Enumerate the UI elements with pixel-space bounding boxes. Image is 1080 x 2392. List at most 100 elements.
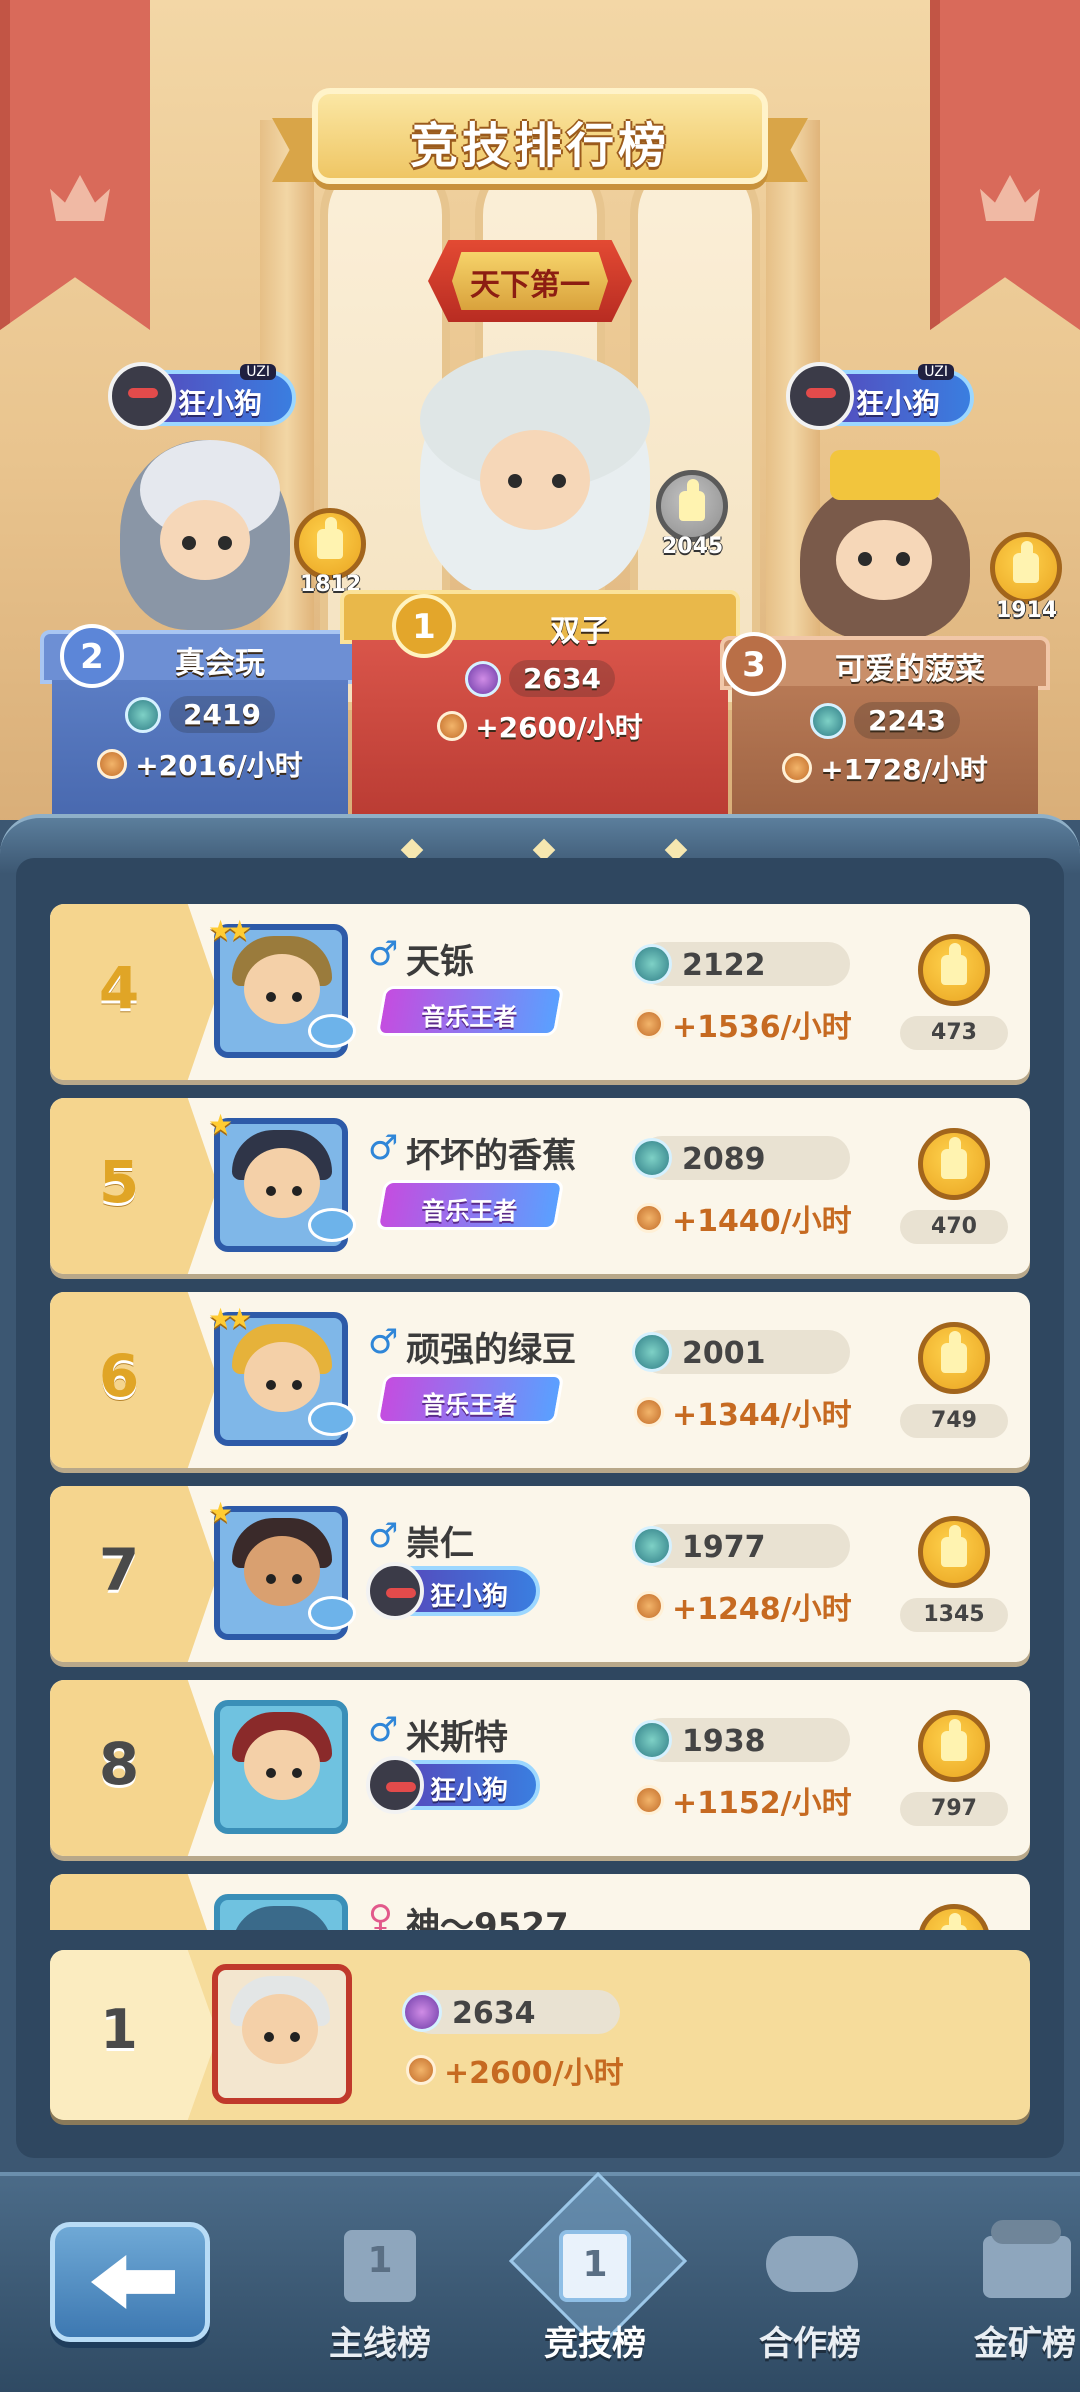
power-icon: [125, 696, 162, 733]
ranking-list[interactable]: 4 ★★ ♂ 天铄 音乐王者 2122 +1536/小时 473 5 ★ ♂ 坏…: [50, 900, 1030, 1930]
star-icon: ★: [208, 1108, 233, 1141]
rate-value: +1248/小时: [634, 1584, 852, 1628]
rank-number: 8: [98, 1730, 140, 1798]
hero-third[interactable]: [800, 450, 970, 640]
power-icon: [810, 702, 847, 739]
dog-icon: [108, 362, 176, 430]
handshake-icon: [766, 2236, 858, 2292]
power-pill: 2634: [402, 1990, 620, 2034]
dog-icon: [366, 1562, 424, 1620]
player-name: 米斯特: [406, 1718, 508, 1758]
rate-value: +2600/小时: [406, 2048, 624, 2092]
dog-icon: [786, 362, 854, 430]
podium-second[interactable]: 2 真会玩 2419 +2016/小时: [40, 624, 360, 830]
power-icon: [632, 1332, 672, 1372]
my-avatar[interactable]: [212, 1964, 352, 2104]
planet-icon: [308, 1208, 356, 1242]
list-item[interactable]: 7 ★ ♂ 崇仁 狂小狗 1977 +1248/小时 1345: [50, 1486, 1030, 1662]
tab-arena[interactable]: 1 竞技榜: [505, 2206, 685, 2376]
podium-icon: 1: [559, 2230, 631, 2302]
player-name: 双子: [550, 614, 610, 649]
crown-icon: [980, 175, 1040, 221]
hero-second[interactable]: [120, 440, 290, 630]
thumbs-up-icon: [1013, 541, 1039, 583]
crown-icon: [50, 175, 110, 221]
coin-icon: [97, 749, 128, 779]
rate-value: +1440/小时: [634, 1196, 852, 1240]
my-rank-row[interactable]: 1 2634 +2600/小时: [50, 1950, 1030, 2120]
player-name: 神～9527: [406, 1906, 569, 1930]
podium-first[interactable]: 1 双子 2634 +2600/小时: [340, 590, 740, 830]
player-name: 顽强的绿豆: [406, 1330, 576, 1370]
star-icon: ★★: [208, 914, 252, 947]
thumbs-up-icon: [941, 1913, 967, 1930]
rate-value: +2600/小时: [475, 711, 643, 744]
like-count: 1345: [900, 1598, 1008, 1632]
thumbs-up-icon: [941, 1719, 967, 1761]
list-item[interactable]: 5 ★ ♂ 坏坏的香蕉 音乐王者 2089 +1440/小时 470: [50, 1098, 1030, 1274]
like-button[interactable]: [918, 1904, 990, 1930]
power-icon: [402, 1992, 442, 2032]
player-name: 坏坏的香蕉: [406, 1136, 576, 1176]
thumbs-up-icon: [679, 479, 705, 521]
back-button[interactable]: [50, 2222, 210, 2342]
power-icon: [632, 944, 672, 984]
like-button[interactable]: [918, 934, 990, 1006]
power-pill: 1938: [632, 1718, 850, 1762]
title-badge: 音乐王者: [375, 1180, 565, 1230]
like-button[interactable]: [918, 1710, 990, 1782]
like-button[interactable]: [294, 508, 366, 580]
title-tag: 狂小狗: [366, 1756, 540, 1814]
like-button[interactable]: [918, 1516, 990, 1588]
podium-hall: 竞技排行榜 天下第一 狂小狗 UZI 1812 2045 狂小狗 UZI 191…: [0, 0, 1080, 830]
page-title: 竞技排行榜: [409, 118, 670, 174]
podium-third[interactable]: 3 可爱的菠菜 2243 +1728/小时: [720, 632, 1050, 830]
hero-first[interactable]: [420, 350, 650, 600]
rank-number: 5: [98, 1148, 140, 1216]
rate-value: +1344/小时: [634, 1390, 852, 1434]
player-name: 崇仁: [406, 1524, 474, 1564]
like-count: 1914: [996, 598, 1058, 623]
power-icon: [632, 1526, 672, 1566]
like-button[interactable]: [918, 1322, 990, 1394]
title-ribbon: 竞技排行榜: [272, 88, 808, 198]
coin-icon: [782, 753, 813, 783]
tab-goldmine[interactable]: 金矿榜: [935, 2206, 1080, 2376]
like-button[interactable]: [918, 1128, 990, 1200]
male-icon: ♂: [368, 1710, 399, 1750]
rank-number: 6: [98, 1342, 140, 1410]
rate-value: +1728/小时: [820, 753, 988, 786]
rank-number: 7: [98, 1536, 140, 1604]
star-icon: ★: [208, 1496, 233, 1529]
dog-icon: [366, 1756, 424, 1814]
male-icon: ♂: [368, 934, 399, 974]
thumbs-up-icon: [941, 1525, 967, 1567]
power-icon: [632, 1138, 672, 1178]
coin-icon: [437, 711, 468, 741]
list-item[interactable]: 8 ♂ 米斯特 狂小狗 1938 +1152/小时 797: [50, 1680, 1030, 1856]
tab-coop[interactable]: 合作榜: [720, 2206, 900, 2376]
list-item[interactable]: ♀ 神～9527: [50, 1874, 1030, 1930]
male-icon: ♂: [368, 1322, 399, 1362]
rate-value: +1536/小时: [634, 1002, 852, 1046]
like-count: 2045: [662, 534, 724, 559]
planet-icon: [308, 1014, 356, 1048]
avatar[interactable]: [214, 1700, 348, 1834]
list-item[interactable]: 6 ★★ ♂ 顽强的绿豆 音乐王者 2001 +1344/小时 749: [50, 1292, 1030, 1468]
bottom-nav: 1 主线榜 1 竞技榜 合作榜 金矿榜: [0, 2172, 1080, 2392]
like-button[interactable]: [990, 532, 1062, 604]
top-one-label: 天下第一: [470, 268, 590, 303]
top-one-badge: 天下第一: [428, 240, 632, 322]
rate-value: +1152/小时: [634, 1778, 852, 1822]
power-value: 2419: [169, 696, 275, 733]
list-item[interactable]: 4 ★★ ♂ 天铄 音乐王者 2122 +1536/小时 473: [50, 904, 1030, 1080]
like-button[interactable]: [656, 470, 728, 542]
title-tag: 狂小狗 UZI: [108, 362, 296, 430]
planet-icon: [308, 1596, 356, 1630]
tab-main[interactable]: 1 主线榜: [290, 2206, 470, 2376]
power-value: 2634: [509, 660, 615, 697]
star-icon: ★★: [208, 1302, 252, 1335]
power-icon: [465, 660, 502, 697]
title-badge: 音乐王者: [375, 986, 565, 1036]
avatar[interactable]: [214, 1894, 348, 1930]
